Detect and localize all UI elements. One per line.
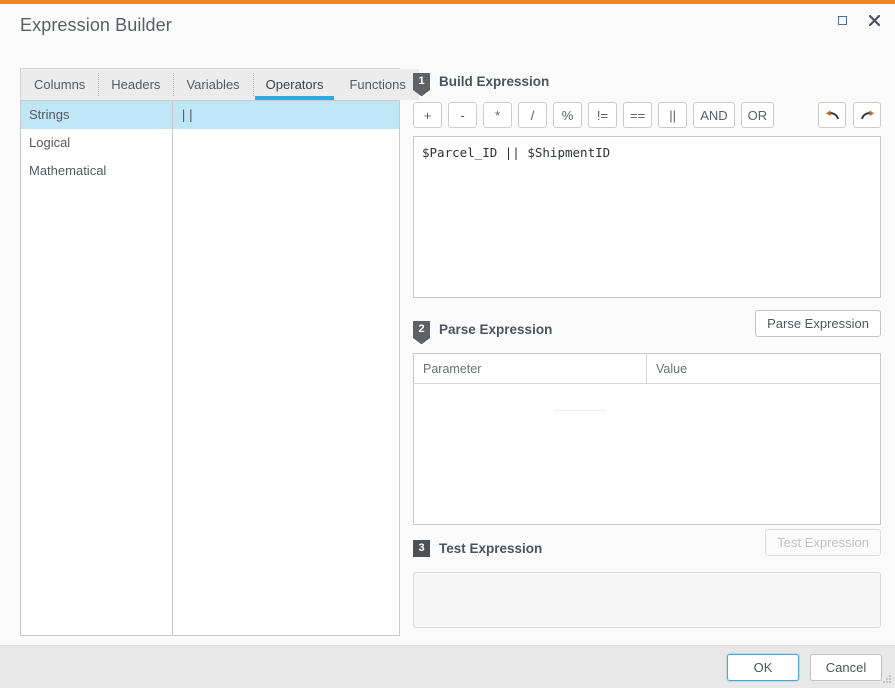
undo-button[interactable]: [818, 102, 846, 128]
operator-button-plus[interactable]: +: [413, 102, 442, 128]
redo-button[interactable]: [853, 102, 881, 128]
builder-panel: 1 Build Expression + - * / % != == || AN…: [413, 68, 881, 636]
parse-results-table: Parameter Value: [413, 353, 881, 525]
parse-expression-button[interactable]: Parse Expression: [755, 310, 881, 337]
operator-button-multiply[interactable]: *: [483, 102, 512, 128]
ok-button[interactable]: OK: [727, 653, 799, 681]
tab-label: Columns: [34, 77, 86, 92]
table-header-row: Parameter Value: [414, 354, 880, 384]
build-expression-header: 1 Build Expression: [413, 68, 881, 96]
tab-label: Functions: [349, 77, 406, 92]
tab-columns[interactable]: Columns: [21, 69, 99, 100]
tab-variables[interactable]: Variables: [173, 69, 253, 100]
tab-functions[interactable]: Functions: [336, 69, 419, 100]
step-badge-3: 3: [413, 539, 430, 557]
operator-button-or[interactable]: OR: [740, 102, 775, 128]
dialog-body: Columns Headers Variables Operators Func…: [0, 46, 895, 645]
undo-arrow-icon: [825, 109, 839, 119]
tab-label: Headers: [111, 77, 161, 92]
list-item[interactable]: Strings: [21, 101, 172, 129]
tab-label: Operators: [265, 77, 324, 92]
parse-expression-header: 2 Parse Expression Parse Expression: [413, 310, 881, 344]
operator-button-not-equal[interactable]: !=: [588, 102, 617, 128]
close-button[interactable]: [863, 10, 885, 30]
column-header-value: Value: [656, 361, 688, 376]
list-item[interactable]: Mathematical: [21, 157, 172, 185]
maximize-button[interactable]: [831, 10, 853, 30]
column-header-parameter: Parameter: [414, 354, 647, 383]
operator-toolbar: + - * / % != == || AND OR: [413, 102, 881, 128]
resize-grip[interactable]: [882, 675, 892, 685]
window-title: Expression Builder: [20, 14, 172, 35]
operator-button-concat[interactable]: ||: [658, 102, 688, 128]
parse-expression-title: Parse Expression: [439, 321, 553, 337]
expression-builder-dialog: Expression Builder Columns Headers Varia…: [0, 0, 895, 688]
operator-button-modulo[interactable]: %: [553, 102, 582, 128]
tab-operators[interactable]: Operators: [252, 69, 337, 100]
browser-tabs: Columns Headers Variables Operators Func…: [20, 68, 419, 100]
tab-label: Variables: [186, 77, 240, 92]
dialog-footer: OK Cancel: [0, 645, 895, 688]
tab-headers[interactable]: Headers: [98, 69, 174, 100]
test-result-output: [413, 572, 881, 628]
redo-arrow-icon: [860, 109, 874, 119]
history-controls: [818, 102, 881, 128]
close-icon: [868, 14, 880, 26]
list-item[interactable]: Logical: [21, 129, 172, 157]
operator-button-and[interactable]: AND: [693, 102, 735, 128]
step-badge-1: 1: [413, 72, 430, 96]
test-expression-button[interactable]: Test Expression: [765, 529, 881, 556]
operator-button-divide[interactable]: /: [518, 102, 547, 128]
browser-lists: Strings Logical Mathematical ||: [20, 100, 400, 636]
operator-button-minus[interactable]: -: [448, 102, 477, 128]
test-expression-title: Test Expression: [439, 540, 543, 556]
category-list: Strings Logical Mathematical: [21, 101, 173, 635]
list-item[interactable]: ||: [173, 101, 399, 129]
divider: [554, 410, 606, 411]
square-icon: [837, 15, 847, 25]
window-controls: [831, 10, 885, 30]
operator-list: ||: [173, 101, 399, 635]
cancel-button[interactable]: Cancel: [810, 653, 882, 681]
table-body: [414, 384, 880, 524]
step-badge-2: 2: [413, 320, 430, 344]
test-expression-header: 3 Test Expression Test Expression: [413, 529, 881, 561]
title-bar: Expression Builder: [0, 4, 895, 46]
reference-browser: Columns Headers Variables Operators Func…: [20, 68, 419, 636]
operator-button-equals[interactable]: ==: [623, 102, 653, 128]
build-expression-title: Build Expression: [439, 73, 550, 89]
expression-input[interactable]: $Parcel_ID || $ShipmentID: [413, 136, 881, 298]
